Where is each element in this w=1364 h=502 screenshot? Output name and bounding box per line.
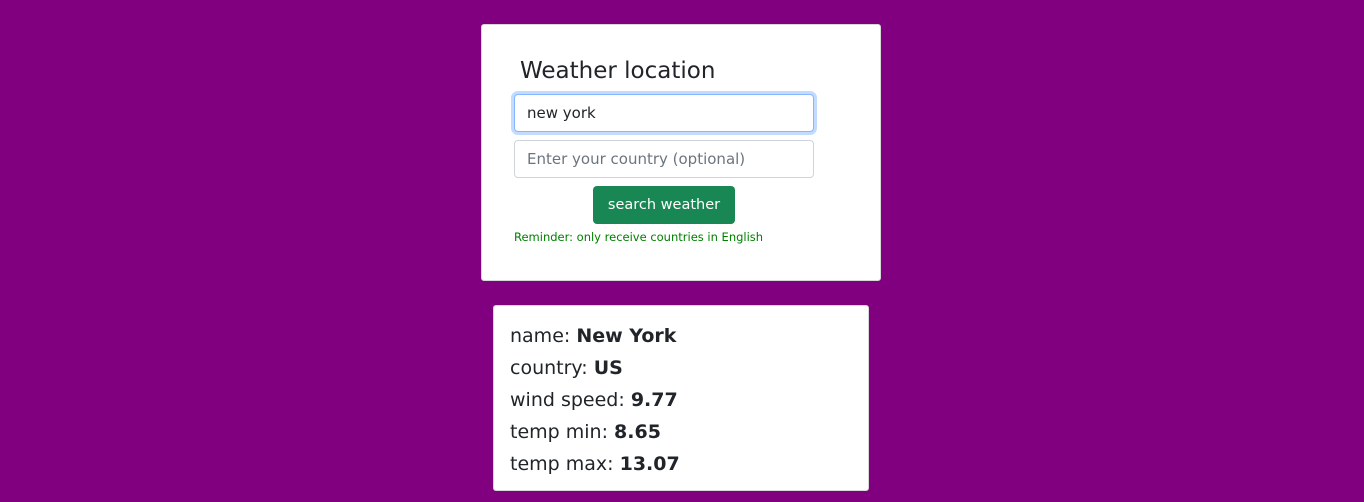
weather-location-form: Weather location search weather Reminder… [481, 24, 881, 281]
result-value: New York [576, 325, 677, 347]
result-label: wind speed: [510, 389, 625, 411]
search-weather-button[interactable]: search weather [593, 186, 735, 224]
form-title: Weather location [520, 58, 716, 84]
city-input[interactable] [514, 94, 814, 132]
reminder-text: Reminder: only receive countries in Engl… [514, 230, 764, 244]
result-value: 8.65 [614, 421, 661, 443]
result-row-wind-speed: wind speed: 9.77 [510, 384, 852, 416]
result-value: US [593, 357, 623, 379]
country-input[interactable] [514, 140, 814, 178]
weather-result-card: name: New York country: US wind speed: 9… [493, 305, 869, 491]
result-value: 13.07 [619, 453, 680, 475]
result-row-name: name: New York [510, 320, 852, 352]
result-value: 9.77 [630, 389, 678, 411]
result-label: name: [510, 325, 571, 347]
result-row-temp-max: temp max: 13.07 [510, 448, 852, 480]
result-label: country: [510, 357, 588, 379]
result-row-country: country: US [510, 352, 852, 384]
result-label: temp min: [510, 421, 608, 443]
result-row-temp-min: temp min: 8.65 [510, 416, 852, 448]
result-label: temp max: [510, 453, 614, 475]
